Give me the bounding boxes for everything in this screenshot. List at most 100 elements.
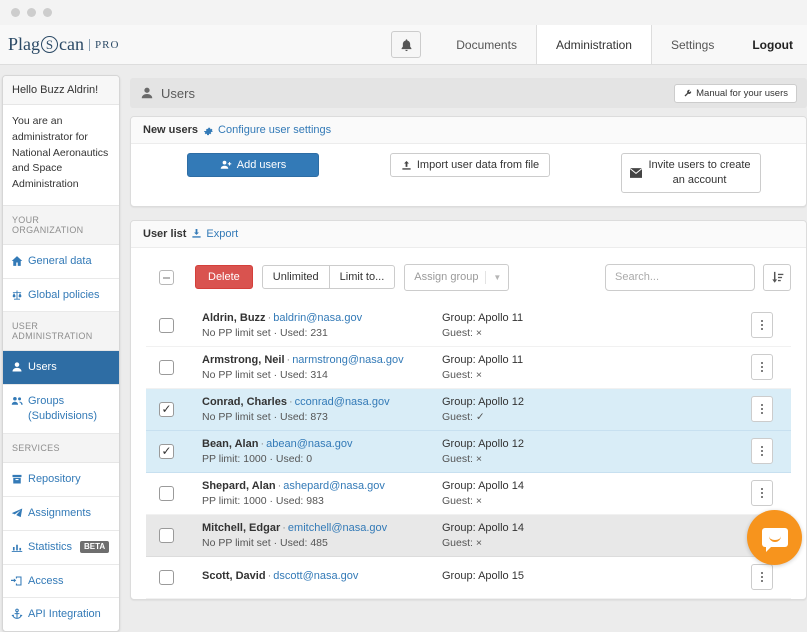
import-users-button[interactable]: Import user data from file bbox=[389, 153, 551, 177]
row-checkbox[interactable] bbox=[159, 317, 174, 333]
user-name: Conrad, Charles bbox=[202, 395, 287, 408]
sidebar-item-global-policies[interactable]: Global policies bbox=[3, 278, 119, 313]
sidebar-item-api-integration[interactable]: API Integration bbox=[3, 598, 119, 632]
user-icon bbox=[140, 86, 154, 100]
gears-icon bbox=[203, 125, 214, 136]
user-name: Shepard, Alan bbox=[202, 479, 276, 492]
sidebar-item-statistics[interactable]: Statistics BETA bbox=[3, 530, 119, 565]
unlimited-button[interactable]: Unlimited bbox=[261, 265, 330, 290]
user-email-link[interactable]: cconrad@nasa.gov bbox=[295, 396, 390, 408]
user-name: Armstrong, Neil bbox=[202, 353, 285, 366]
anchor-icon bbox=[11, 608, 23, 620]
row-menu-button[interactable] bbox=[751, 564, 773, 591]
sidebar-item-groups[interactable]: Groups (Subdivisions) bbox=[3, 385, 119, 434]
sidebar-item-assignments[interactable]: Assignments bbox=[3, 496, 119, 531]
beta-badge: BETA bbox=[80, 540, 110, 554]
user-name: Scott, David bbox=[202, 569, 266, 582]
window-dot[interactable] bbox=[43, 8, 52, 17]
sign-in-icon bbox=[11, 575, 23, 587]
nav-settings[interactable]: Settings bbox=[652, 25, 733, 64]
select-all-checkbox[interactable] bbox=[159, 269, 174, 285]
user-usage: No PP limit set · Used: 231 bbox=[202, 326, 328, 339]
users-group-icon bbox=[11, 395, 23, 407]
sidebar-item-access[interactable]: Access bbox=[3, 564, 119, 599]
logo-text-plag: Plag bbox=[8, 34, 41, 54]
row-menu-button[interactable] bbox=[751, 396, 773, 423]
configure-user-settings-link[interactable]: Configure user settings bbox=[203, 124, 331, 136]
window-titlebar bbox=[0, 0, 807, 25]
row-menu-button[interactable] bbox=[751, 480, 773, 507]
user-group: Group: Apollo 14 bbox=[442, 521, 524, 534]
new-users-title: New users bbox=[143, 124, 199, 136]
row-checkbox[interactable] bbox=[159, 527, 174, 543]
row-menu-button[interactable] bbox=[751, 312, 773, 339]
user-row: Shepard, Alan · ashepard@nasa.gov PP limit… bbox=[146, 472, 791, 515]
user-email-link[interactable]: baldrin@nasa.gov bbox=[273, 312, 362, 324]
user-email-link[interactable]: abean@nasa.gov bbox=[266, 438, 352, 450]
row-checkbox[interactable] bbox=[159, 359, 174, 375]
chevron-down-icon: ▼ bbox=[485, 270, 508, 284]
user-group: Group: Apollo 15 bbox=[442, 569, 524, 582]
nav-administration[interactable]: Administration bbox=[535, 25, 652, 64]
row-checkbox-checked[interactable]: ✓ bbox=[159, 443, 174, 459]
logo-text-can: can bbox=[59, 34, 84, 54]
sidebar-greeting: Hello Buzz Aldrin! bbox=[3, 76, 119, 105]
export-link[interactable]: Export bbox=[191, 228, 238, 240]
row-checkbox-checked[interactable]: ✓ bbox=[159, 401, 174, 417]
user-guest: Guest: × bbox=[442, 494, 482, 507]
nav-documents[interactable]: Documents bbox=[437, 25, 536, 64]
new-users-body: Add users Import user data from file Inv… bbox=[131, 144, 806, 206]
manual-button[interactable]: Manual for your users bbox=[674, 83, 797, 103]
app-logo: Plag Scan PRO bbox=[0, 25, 119, 64]
user-usage: No PP limit set · Used: 485 bbox=[202, 536, 328, 549]
user-name: Aldrin, Buzz bbox=[202, 311, 266, 324]
user-list-title: User list bbox=[143, 227, 187, 240]
sidebar-item-users[interactable]: Users bbox=[3, 351, 119, 386]
user-email-link[interactable]: ashepard@nasa.gov bbox=[283, 480, 385, 492]
sidebar-item-repository[interactable]: Repository bbox=[3, 462, 119, 497]
bell-icon bbox=[400, 38, 413, 52]
upload-icon bbox=[401, 160, 412, 171]
limit-to-button[interactable]: Limit to... bbox=[328, 265, 396, 290]
row-menu-button[interactable] bbox=[751, 438, 773, 465]
assign-group-select[interactable]: Assign group ▼ bbox=[404, 263, 510, 291]
user-row: Armstrong, Neil · narmstrong@nasa.gov No P… bbox=[146, 346, 791, 389]
search-input[interactable] bbox=[605, 263, 755, 291]
user-icon bbox=[11, 361, 23, 373]
window-dot[interactable] bbox=[27, 8, 36, 17]
new-users-heading: New users Configure user settings bbox=[131, 117, 806, 144]
user-list-panel: User list Export Delete Unlimited Limit … bbox=[130, 219, 807, 600]
sidebar: Hello Buzz Aldrin! You are an administra… bbox=[2, 75, 120, 632]
user-plus-icon bbox=[220, 159, 232, 171]
sidebar-item-general-data[interactable]: General data bbox=[3, 244, 119, 279]
sort-amount-icon bbox=[771, 271, 784, 284]
user-rows: Aldrin, Buzz · baldrin@nasa.gov No PP limi… bbox=[146, 304, 791, 599]
user-row-selected: ✓ Bean, Alan · abean@nasa.gov PP limit: 10… bbox=[146, 430, 791, 473]
invite-users-button[interactable]: Invite users to create an account bbox=[621, 153, 761, 193]
row-menu-button[interactable] bbox=[751, 354, 773, 381]
user-guest: Guest: × bbox=[442, 452, 482, 465]
delete-button[interactable]: Delete bbox=[195, 265, 253, 290]
nav-logout[interactable]: Logout bbox=[733, 25, 807, 64]
user-email-link[interactable]: narmstrong@nasa.gov bbox=[292, 354, 403, 366]
user-email-link[interactable]: dscott@nasa.gov bbox=[273, 570, 358, 582]
row-checkbox[interactable] bbox=[159, 569, 174, 585]
logo-pro-label: PRO bbox=[89, 38, 119, 51]
notifications-button[interactable] bbox=[391, 31, 422, 58]
top-navbar: Plag Scan PRO Documents Administration Se… bbox=[0, 25, 807, 65]
user-usage: No PP limit set · Used: 314 bbox=[202, 368, 328, 381]
user-name: Bean, Alan bbox=[202, 437, 259, 450]
user-guest: Guest: × bbox=[442, 368, 482, 381]
user-guest: Guest: × bbox=[442, 326, 482, 339]
add-users-button[interactable]: Add users bbox=[187, 153, 319, 177]
window-dot[interactable] bbox=[11, 8, 20, 17]
user-email-link[interactable]: emitchell@nasa.gov bbox=[288, 522, 387, 534]
user-group: Group: Apollo 11 bbox=[442, 311, 524, 324]
user-row: Aldrin, Buzz · baldrin@nasa.gov No PP limi… bbox=[146, 304, 791, 347]
row-checkbox[interactable] bbox=[159, 485, 174, 501]
user-guest: Guest: ✓ bbox=[442, 410, 485, 423]
user-usage: No PP limit set · Used: 873 bbox=[202, 410, 328, 423]
sort-button[interactable] bbox=[763, 263, 791, 291]
sidebar-section-your-organization: YOUR ORGANIZATION bbox=[3, 205, 119, 245]
user-row-selected: ✓ Conrad, Charles · cconrad@nasa.gov No PP… bbox=[146, 388, 791, 431]
